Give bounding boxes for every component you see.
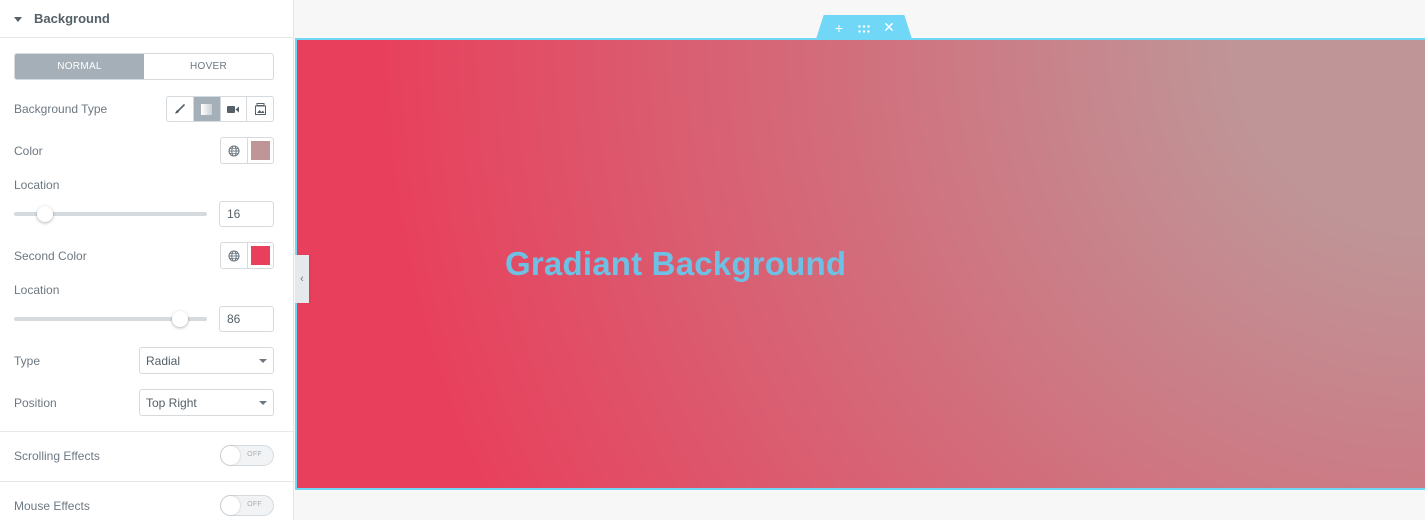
gradient-icon	[201, 103, 213, 115]
background-type-video[interactable]	[221, 97, 248, 121]
global-colors-button[interactable]	[221, 138, 248, 163]
location-slider[interactable]	[14, 204, 207, 224]
scrolling-effects-toggle[interactable]: OFF	[220, 445, 274, 466]
background-type-gradient[interactable]	[193, 97, 221, 121]
type-label: Type	[14, 354, 41, 368]
location-input[interactable]	[219, 201, 274, 227]
globe-icon	[228, 144, 240, 157]
second-location-slider[interactable]	[14, 309, 207, 329]
delete-section-button[interactable]: ✕	[882, 19, 896, 36]
slider-handle[interactable]	[171, 311, 188, 327]
tab-normal[interactable]: NORMAL	[15, 54, 144, 79]
second-location-input[interactable]	[219, 306, 274, 332]
toggle-state: OFF	[247, 451, 262, 458]
collapse-panel-button[interactable]: ‹	[295, 255, 309, 303]
elementor-editor: Background NORMAL HOVER Background Type …	[0, 0, 1425, 520]
toggle-state: OFF	[247, 501, 262, 508]
drag-section-handle[interactable]	[857, 20, 871, 36]
toggle-knob	[221, 496, 240, 515]
background-type-label: Background Type	[14, 102, 108, 116]
divider	[0, 481, 294, 482]
section-preview[interactable]: Gradiant Background	[295, 38, 1425, 490]
position-label: Position	[14, 396, 57, 410]
video-camera-icon	[227, 105, 240, 113]
mouse-effects-label: Mouse Effects	[14, 499, 90, 513]
section-handle: + ✕	[816, 15, 912, 39]
second-color-picker[interactable]	[248, 243, 273, 268]
position-select[interactable]: Top Right	[139, 389, 274, 416]
color-control	[220, 137, 274, 164]
background-type-slideshow[interactable]	[247, 97, 273, 121]
gradient-background	[297, 40, 1425, 488]
divider	[0, 431, 294, 432]
background-type-classic[interactable]	[167, 97, 194, 121]
add-section-button[interactable]: +	[832, 20, 846, 36]
heading-widget[interactable]: Gradiant Background	[505, 245, 846, 283]
brush-icon	[175, 103, 186, 113]
background-section-toggle[interactable]: Background	[0, 0, 293, 38]
mouse-effects-toggle[interactable]: OFF	[220, 495, 274, 516]
section-title: Background	[34, 11, 110, 26]
scrolling-effects-label: Scrolling Effects	[14, 449, 100, 463]
dropdown-arrow-icon	[259, 401, 267, 405]
location-label: Location	[14, 178, 60, 192]
type-value: Radial	[146, 353, 181, 368]
background-type-choices	[166, 96, 274, 122]
tab-hover[interactable]: HOVER	[144, 54, 273, 79]
slider-handle[interactable]	[36, 206, 53, 222]
drag-dots-icon	[858, 24, 870, 33]
state-tabs: NORMAL HOVER	[14, 53, 274, 80]
second-location-label: Location	[14, 283, 60, 297]
global-colors-button[interactable]	[221, 243, 248, 268]
second-color-label: Second Color	[14, 249, 87, 263]
toggle-knob	[221, 446, 240, 465]
color-label: Color	[14, 144, 43, 158]
chevron-left-icon: ‹	[300, 273, 304, 285]
position-value: Top Right	[146, 395, 197, 410]
slideshow-icon	[254, 103, 266, 115]
caret-down-icon	[14, 16, 22, 22]
type-select[interactable]: Radial	[139, 347, 274, 374]
color-swatch	[251, 141, 270, 160]
dropdown-arrow-icon	[259, 359, 267, 363]
settings-panel: Background NORMAL HOVER Background Type …	[0, 0, 294, 520]
second-color-control	[220, 242, 274, 269]
globe-icon	[228, 249, 240, 262]
color-swatch	[251, 246, 270, 265]
color-picker[interactable]	[248, 138, 273, 163]
